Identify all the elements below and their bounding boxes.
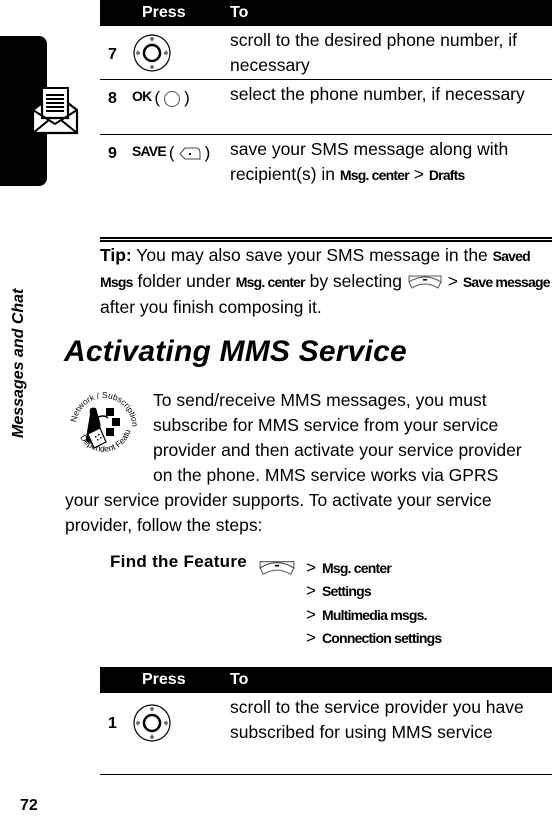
path-step: > Multimedia msgs. <box>306 604 427 624</box>
header-press: Press <box>142 671 186 688</box>
table-row: 9 SAVE ( ) save your SMS message along w… <box>100 135 552 242</box>
press-to-table-1: Press To 7 scroll to the desired phone n… <box>100 0 552 242</box>
header-to: To <box>230 4 249 21</box>
to-cell: scroll to the desired phone number, if n… <box>230 30 517 75</box>
press-cell: OK ( ) <box>132 88 190 107</box>
page-number: 72 <box>20 797 38 814</box>
menu-path-drafts: Drafts <box>428 167 465 183</box>
navigation-key-icon <box>133 33 171 72</box>
left-soft-key-icon <box>178 147 201 160</box>
path-connection-settings: Connection settings <box>322 630 442 647</box>
header-press: Press <box>142 4 186 21</box>
find-the-feature-path: > Msg. center > Settings > Multimedia ms… <box>259 556 442 650</box>
section-heading: Activating MMS Service <box>64 335 407 368</box>
to-cell: save your SMS message along with recipie… <box>230 139 509 184</box>
save-message-keyword: Save message <box>462 274 551 290</box>
msg-center-keyword: Msg. center <box>235 274 306 290</box>
header-to: To <box>230 671 249 688</box>
press-to-table-2: Press To 1 scroll to the service provide… <box>100 667 552 775</box>
to-cell: select the phone number, if necessary <box>230 84 525 104</box>
menu-key-icon <box>259 560 295 575</box>
chapter-label: Messages and Chat <box>10 288 27 438</box>
step-number: 7 <box>108 46 117 63</box>
tip-label: Tip: <box>100 245 132 265</box>
step-number: 9 <box>108 145 117 162</box>
path-step: > Msg. center <box>258 556 441 580</box>
save-key-label: SAVE <box>132 143 167 159</box>
tip-paragraph: Tip: You may also save your SMS message … <box>100 245 551 317</box>
path-step: > Connection settings <box>306 628 442 648</box>
path-settings: Settings <box>322 583 372 600</box>
navigation-key-icon <box>133 704 171 742</box>
table-row: 7 scroll to the desired phone number, if… <box>100 26 552 80</box>
center-select-key-icon <box>164 91 181 107</box>
press-cell: SAVE ( ) <box>132 143 211 162</box>
menu-path-msg-center: Msg. center <box>339 167 410 183</box>
step-number: 1 <box>108 715 117 732</box>
ok-key-label: OK <box>132 88 152 104</box>
menu-key-icon <box>408 275 442 289</box>
press-cell <box>132 693 230 774</box>
table-row: 8 OK ( ) select the phone number, if nec… <box>100 80 552 135</box>
to-cell: scroll to the service provider you have … <box>230 697 524 742</box>
step-number: 8 <box>108 90 117 107</box>
path-msg-center: Msg. center <box>322 559 392 576</box>
table-header: Press To <box>100 667 552 693</box>
find-the-feature-label: Find the Feature <box>110 552 248 571</box>
path-step: > Settings <box>306 581 372 601</box>
path-multimedia-msgs: Multimedia msgs. <box>322 606 427 623</box>
table-row: 1 scroll to the service provider you hav… <box>100 693 552 775</box>
table-header: Press To <box>100 0 552 26</box>
press-cell <box>132 26 230 79</box>
section-body: To send/receive MMS messages, you must s… <box>65 390 522 535</box>
open-envelope-icon <box>31 87 79 135</box>
